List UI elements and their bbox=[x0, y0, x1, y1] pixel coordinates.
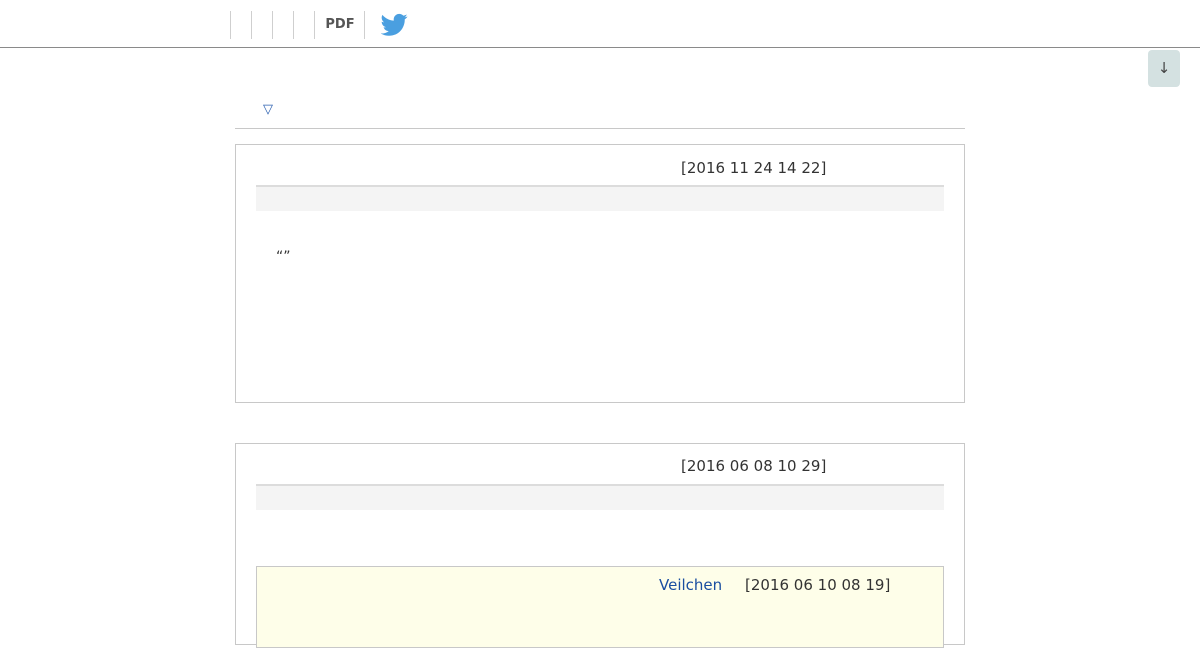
toolbar-separator bbox=[364, 11, 365, 39]
scroll-down-button[interactable]: ↓ bbox=[1148, 50, 1180, 87]
post-date: [2016 06 08 10 29] bbox=[681, 457, 827, 475]
post-card: [2016 06 08 10 29] Veilchen [2016 06 10 … bbox=[235, 443, 965, 648]
pdf-link[interactable]: PDF bbox=[316, 11, 364, 39]
toolbar-separator bbox=[314, 11, 315, 39]
post-title-band bbox=[256, 187, 944, 211]
nav-link-1[interactable] bbox=[231, 11, 251, 39]
top-toolbar: PDF bbox=[0, 0, 1200, 48]
nav-link-3[interactable] bbox=[273, 11, 293, 39]
post-title-band bbox=[256, 486, 944, 510]
section-divider bbox=[235, 128, 965, 129]
expand-toggle-icon[interactable]: ▽ bbox=[263, 102, 273, 117]
reply-box: Veilchen [2016 06 10 08 19] bbox=[256, 566, 944, 648]
twitter-icon[interactable] bbox=[380, 13, 408, 37]
nav-link-4[interactable] bbox=[294, 11, 314, 39]
reply-date: [2016 06 10 08 19] bbox=[745, 576, 891, 594]
post-card: [2016 11 24 14 22] “” bbox=[235, 144, 965, 403]
nav-link-2[interactable] bbox=[252, 11, 272, 39]
reply-author-link[interactable]: Veilchen bbox=[659, 576, 722, 594]
post-body-quote: “” bbox=[276, 249, 291, 265]
post-date: [2016 11 24 14 22] bbox=[681, 159, 827, 177]
